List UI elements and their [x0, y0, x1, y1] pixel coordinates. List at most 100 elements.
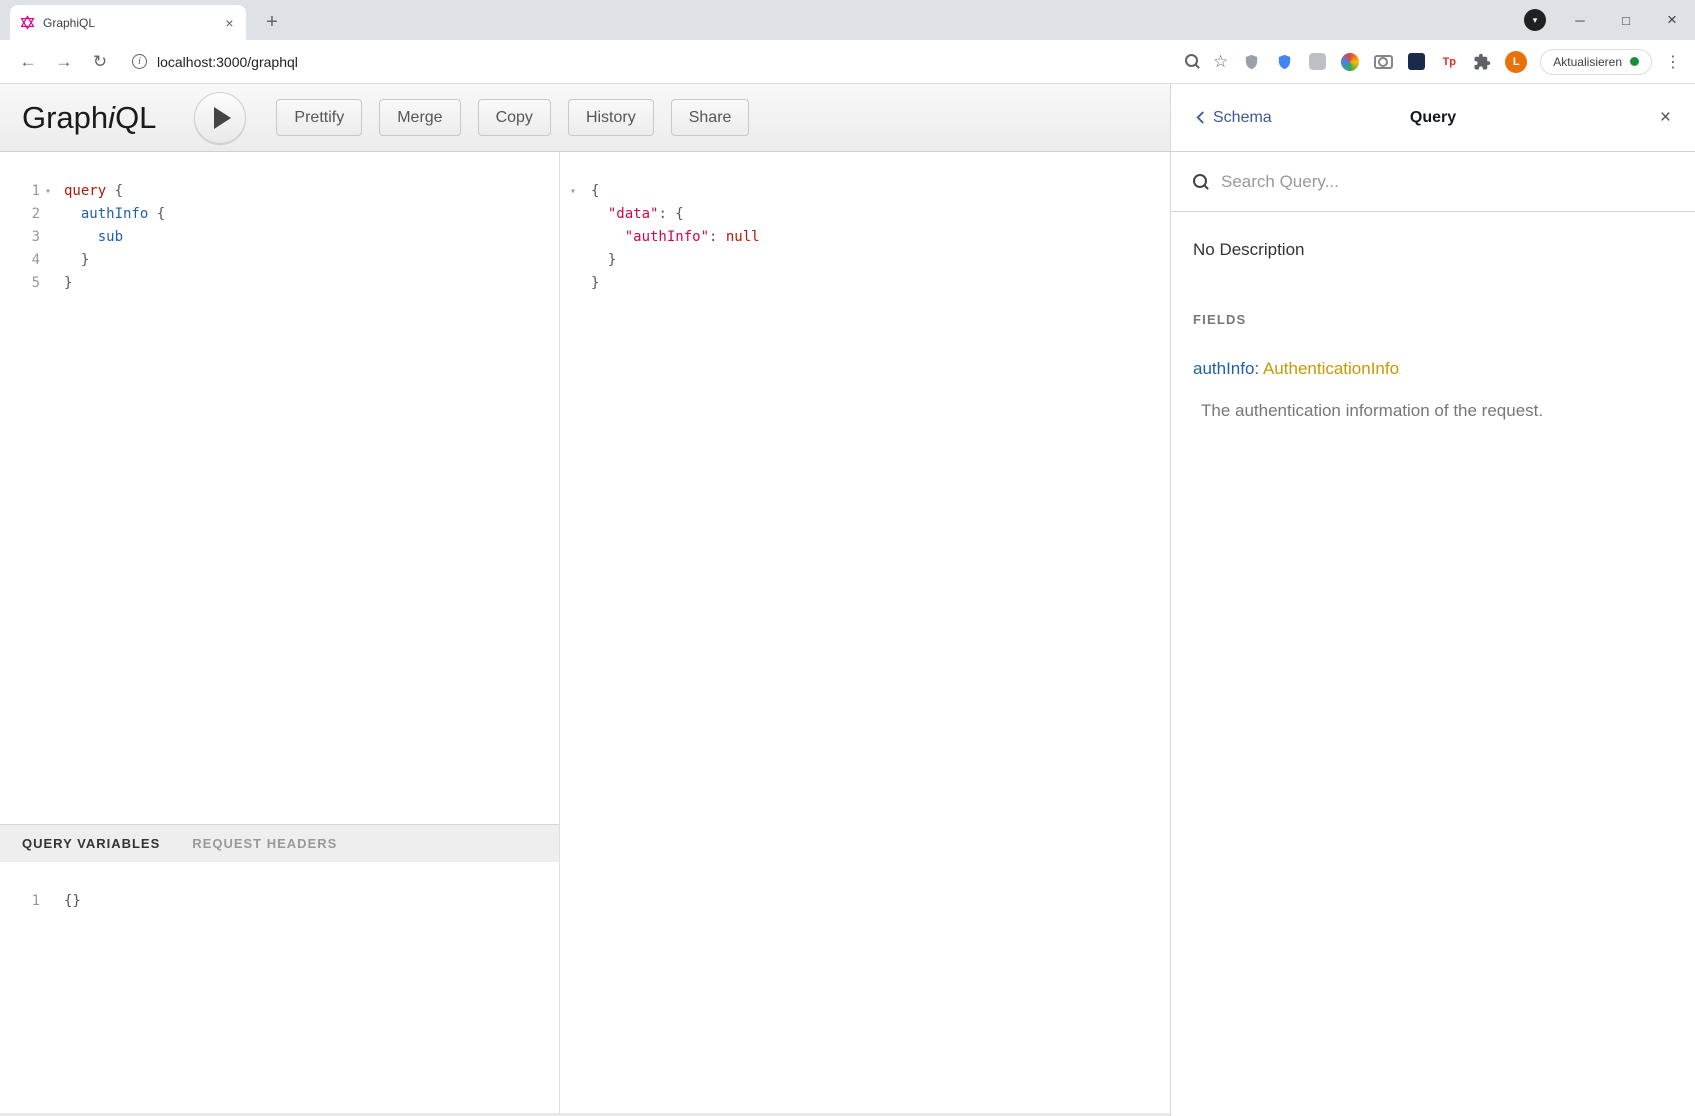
extension-blue-shield-icon[interactable]: [1274, 52, 1294, 72]
code-text: {: [583, 180, 599, 203]
reload-icon[interactable]: ↻: [86, 48, 114, 76]
browser-menu-icon[interactable]: ⋮: [1665, 52, 1681, 72]
minimize-button[interactable]: ─: [1557, 0, 1603, 40]
code-line: 3 sub: [6, 226, 559, 249]
zoom-icon[interactable]: [1185, 54, 1200, 69]
history-button[interactable]: History: [568, 99, 654, 136]
no-description-text: No Description: [1193, 240, 1673, 260]
code-text: }: [583, 272, 599, 295]
browser-window: GraphiQL × + ▾ ─ □ × ← → ↻ i localhost:3…: [0, 0, 1695, 1116]
result-viewer: ▾{ "data": { "authInfo": null }}: [561, 152, 1170, 295]
code-text: }: [56, 272, 72, 295]
merge-button[interactable]: Merge: [379, 99, 460, 136]
code-text: "data": {: [583, 203, 684, 226]
tab-request-headers[interactable]: REQUEST HEADERS: [192, 836, 337, 851]
line-number: 3: [6, 226, 40, 249]
doc-search-input[interactable]: [1221, 172, 1673, 192]
editor-area: 1▾query {2 authInfo {3 sub4 }5} QUERY VA…: [0, 152, 1170, 1116]
query-editor[interactable]: 1▾query {2 authInfo {3 sub4 }5}: [0, 152, 559, 824]
code-text: }: [583, 249, 616, 272]
code-line: 1 {}: [6, 890, 559, 913]
extension-dark-square-icon[interactable]: [1406, 52, 1426, 72]
new-tab-button[interactable]: +: [258, 8, 286, 36]
graphiql-header: GraphiQL Prettify Merge Copy History Sha…: [0, 84, 1170, 152]
fold-gutter: [563, 226, 583, 249]
copy-button[interactable]: Copy: [478, 99, 551, 136]
doc-content: No Description FIELDS authInfo: Authenti…: [1171, 212, 1695, 445]
line-number: 1: [6, 890, 40, 913]
code-text: }: [56, 249, 89, 272]
line-number: 5: [6, 272, 40, 295]
query-pane: 1▾query {2 authInfo {3 sub4 }5} QUERY VA…: [0, 152, 560, 1116]
update-badge: [1630, 57, 1639, 66]
fold-gutter: [563, 203, 583, 226]
tab-title: GraphiQL: [43, 16, 221, 30]
bookmark-star-icon[interactable]: ☆: [1213, 53, 1228, 70]
fold-gutter: [40, 203, 56, 226]
code-line: "authInfo": null: [563, 226, 1170, 249]
graphiql-toolbar: Prettify Merge Copy History Share: [276, 99, 749, 136]
code-text: {}: [56, 890, 81, 913]
tab-close-icon[interactable]: ×: [221, 14, 238, 31]
profile-avatar[interactable]: L: [1505, 51, 1527, 73]
code-line: 2 authInfo {: [6, 203, 559, 226]
result-pane: ▾{ "data": { "authInfo": null }}: [561, 152, 1170, 1116]
url-text: localhost:3000/graphql: [157, 54, 298, 70]
code-text: query {: [56, 180, 123, 203]
extension-shield-icon[interactable]: [1241, 52, 1261, 72]
extension-tp-icon[interactable]: Tp: [1439, 52, 1459, 72]
doc-back-label: Schema: [1213, 109, 1272, 127]
variables-editor[interactable]: 1 {}: [0, 862, 559, 1116]
extension-camera-icon[interactable]: [1373, 52, 1393, 72]
fold-marker-icon[interactable]: ▾: [563, 180, 583, 203]
code-text: "authInfo": null: [583, 226, 760, 249]
update-button[interactable]: Aktualisieren: [1540, 49, 1652, 75]
line-number: 2: [6, 203, 40, 226]
search-icon: [1193, 174, 1209, 190]
share-button[interactable]: Share: [671, 99, 750, 136]
execute-button[interactable]: [194, 92, 246, 144]
forward-icon[interactable]: →: [50, 48, 78, 76]
extension-colored-circle-icon[interactable]: [1340, 52, 1360, 72]
fold-gutter: [40, 272, 56, 295]
chevron-left-icon: [1195, 110, 1206, 125]
code-text: sub: [56, 226, 123, 249]
code-line: "data": {: [563, 203, 1170, 226]
graphiql-logo: GraphiQL: [22, 100, 156, 136]
doc-explorer-panel: Schema Query × No Description FIELDS aut…: [1170, 84, 1695, 1116]
site-info-icon[interactable]: i: [132, 54, 147, 69]
doc-back-link[interactable]: Schema: [1195, 109, 1272, 127]
browser-toolbar: ← → ↻ i localhost:3000/graphql ☆ Tp L: [0, 40, 1695, 84]
tab-strip: GraphiQL × + ▾ ─ □ ×: [0, 0, 1695, 40]
back-icon[interactable]: ←: [14, 48, 42, 76]
tab-query-variables[interactable]: QUERY VARIABLES: [22, 836, 160, 851]
tab-search-icon[interactable]: ▾: [1524, 9, 1546, 31]
extension-gray-square-icon[interactable]: [1307, 52, 1327, 72]
browser-tab[interactable]: GraphiQL ×: [10, 5, 246, 40]
fold-gutter: [40, 890, 56, 913]
line-number: 4: [6, 249, 40, 272]
update-button-label: Aktualisieren: [1553, 55, 1622, 69]
type-name-link[interactable]: AuthenticationInfo: [1263, 359, 1399, 378]
code-line: ▾{: [563, 180, 1170, 203]
fold-marker-icon[interactable]: ▾: [40, 180, 56, 203]
code-line: 5}: [6, 272, 559, 295]
maximize-button[interactable]: □: [1603, 0, 1649, 40]
code-line: 4 }: [6, 249, 559, 272]
field-description: The authentication information of the re…: [1193, 401, 1673, 421]
play-icon: [214, 107, 231, 129]
doc-field-row: authInfo: AuthenticationInfo: [1193, 359, 1673, 379]
fold-gutter: [563, 272, 583, 295]
fields-section-header: FIELDS: [1193, 312, 1673, 327]
doc-close-icon[interactable]: ×: [1660, 107, 1671, 129]
doc-search-bar: [1171, 152, 1695, 212]
address-bar[interactable]: i localhost:3000/graphql: [122, 46, 1177, 78]
prettify-button[interactable]: Prettify: [276, 99, 362, 136]
doc-explorer-header: Schema Query ×: [1171, 84, 1695, 152]
graphql-favicon-icon: [20, 15, 35, 30]
window-controls: ─ □ ×: [1557, 0, 1695, 40]
extensions-puzzle-icon[interactable]: [1472, 52, 1492, 72]
close-window-button[interactable]: ×: [1649, 0, 1695, 40]
graphiql-app: GraphiQL Prettify Merge Copy History Sha…: [0, 84, 1695, 1116]
field-name-link[interactable]: authInfo: [1193, 359, 1254, 378]
